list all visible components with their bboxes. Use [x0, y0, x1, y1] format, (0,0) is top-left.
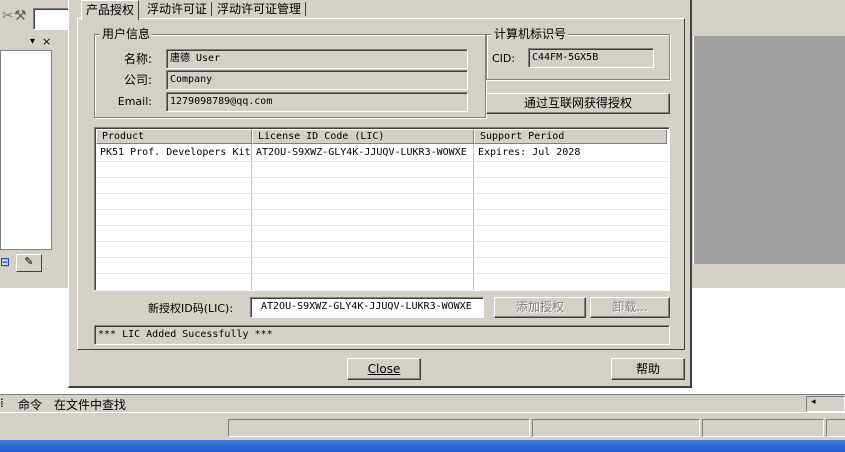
- status-bar: [0, 412, 845, 441]
- panel-dropdown-icon[interactable]: ▾: [30, 36, 35, 47]
- toolbar-tool-icon[interactable]: ✂: [2, 8, 14, 24]
- taskbar: [0, 440, 845, 452]
- license-dialog: 产品授权 浮动许可证 浮动许可证管理 用户信息 名称: 唐德 User 公司: …: [68, 0, 692, 388]
- computer-id-legend: 计算机标识号: [492, 27, 569, 41]
- row-divider: [96, 241, 668, 242]
- tab-divider: [211, 2, 212, 16]
- column-header-lic[interactable]: License ID Code (LIC): [252, 129, 474, 144]
- help-button[interactable]: 帮助: [611, 358, 685, 380]
- tab-divider-end: [305, 2, 306, 16]
- cell-product: PK51 Prof. Developers Kit: [100, 147, 251, 158]
- cid-field[interactable]: C44FM-5GX5B: [528, 48, 654, 68]
- tab-command[interactable]: 命令: [18, 396, 42, 413]
- email-label: Email:: [117, 95, 152, 108]
- company-label: 公司:: [123, 73, 152, 87]
- close-button[interactable]: Close: [347, 358, 421, 380]
- scroll-left-icon[interactable]: ◂: [811, 397, 816, 407]
- row-divider: [96, 225, 668, 226]
- toolbar-combo[interactable]: [33, 8, 69, 30]
- get-license-via-internet-button[interactable]: 通过互联网获得授权: [486, 93, 670, 114]
- tab-product-license[interactable]: 产品授权: [81, 0, 140, 20]
- cid-label: CID:: [492, 52, 516, 65]
- status-pane-3: [702, 419, 824, 437]
- row-divider: [96, 177, 668, 178]
- license-table[interactable]: Product License ID Code (LIC) Support Pe…: [94, 127, 670, 291]
- templates-tab-icon[interactable]: ✎: [16, 254, 42, 272]
- status-pane-1: [228, 419, 530, 437]
- company-field[interactable]: Company: [166, 70, 468, 90]
- column-divider: [251, 144, 252, 290]
- name-label: 名称:: [123, 52, 152, 66]
- tab-find-in-files[interactable]: 在文件中查找: [54, 396, 126, 413]
- panel-close-icon[interactable]: ×: [42, 35, 51, 48]
- toolbar-wand-icon[interactable]: ⚒: [14, 8, 27, 24]
- column-divider: [473, 144, 474, 290]
- cell-support-period: Expires: Jul 2028: [478, 147, 581, 158]
- add-lic-button[interactable]: 添加授权: [494, 297, 586, 318]
- project-tree[interactable]: [0, 50, 52, 250]
- tab-floating-license-admin[interactable]: 浮动许可证管理: [213, 0, 305, 18]
- output-hscroll[interactable]: ◂: [806, 396, 845, 412]
- email-field[interactable]: 1279098789@qq.com: [166, 92, 468, 112]
- user-info-legend: 用户信息: [100, 27, 153, 41]
- cell-lic: AT2OU-S9XWZ-GLY4K-JJUQV-LUKR3-WOWXE: [256, 147, 467, 158]
- column-header-product[interactable]: Product: [96, 129, 252, 144]
- row-divider: [96, 161, 668, 162]
- editor-area[interactable]: [693, 36, 845, 264]
- output-tabs: ⁞ 命令 在文件中查找 ◂: [0, 394, 845, 413]
- row-divider: [96, 193, 668, 194]
- tab-build-fragment[interactable]: ⁞: [0, 396, 4, 410]
- books-tab-icon[interactable]: ⊟: [0, 255, 10, 269]
- new-lic-input[interactable]: AT2OU-S9XWZ-GLY4K-JJUQV-LUKR3-WOWXE: [250, 297, 484, 318]
- row-divider: [96, 273, 668, 274]
- status-message: *** LIC Added Sucessfully ***: [94, 325, 670, 345]
- name-field[interactable]: 唐德 User: [166, 49, 468, 69]
- tab-floating-license[interactable]: 浮动许可证: [143, 0, 211, 18]
- row-divider: [96, 257, 668, 258]
- uninstall-button[interactable]: 卸载...: [590, 297, 670, 318]
- status-pane-2: [532, 419, 700, 437]
- column-header-support-period[interactable]: Support Period: [474, 129, 667, 144]
- panel-tab-strip: ⊟ ✎: [0, 252, 48, 274]
- new-lic-label: 新授权ID码(LIC):: [148, 302, 234, 315]
- status-pane-4: [826, 419, 845, 437]
- tab-panel-product-license: 用户信息 名称: 唐德 User 公司: Company Email: 1279…: [77, 18, 685, 350]
- row-divider: [96, 209, 668, 210]
